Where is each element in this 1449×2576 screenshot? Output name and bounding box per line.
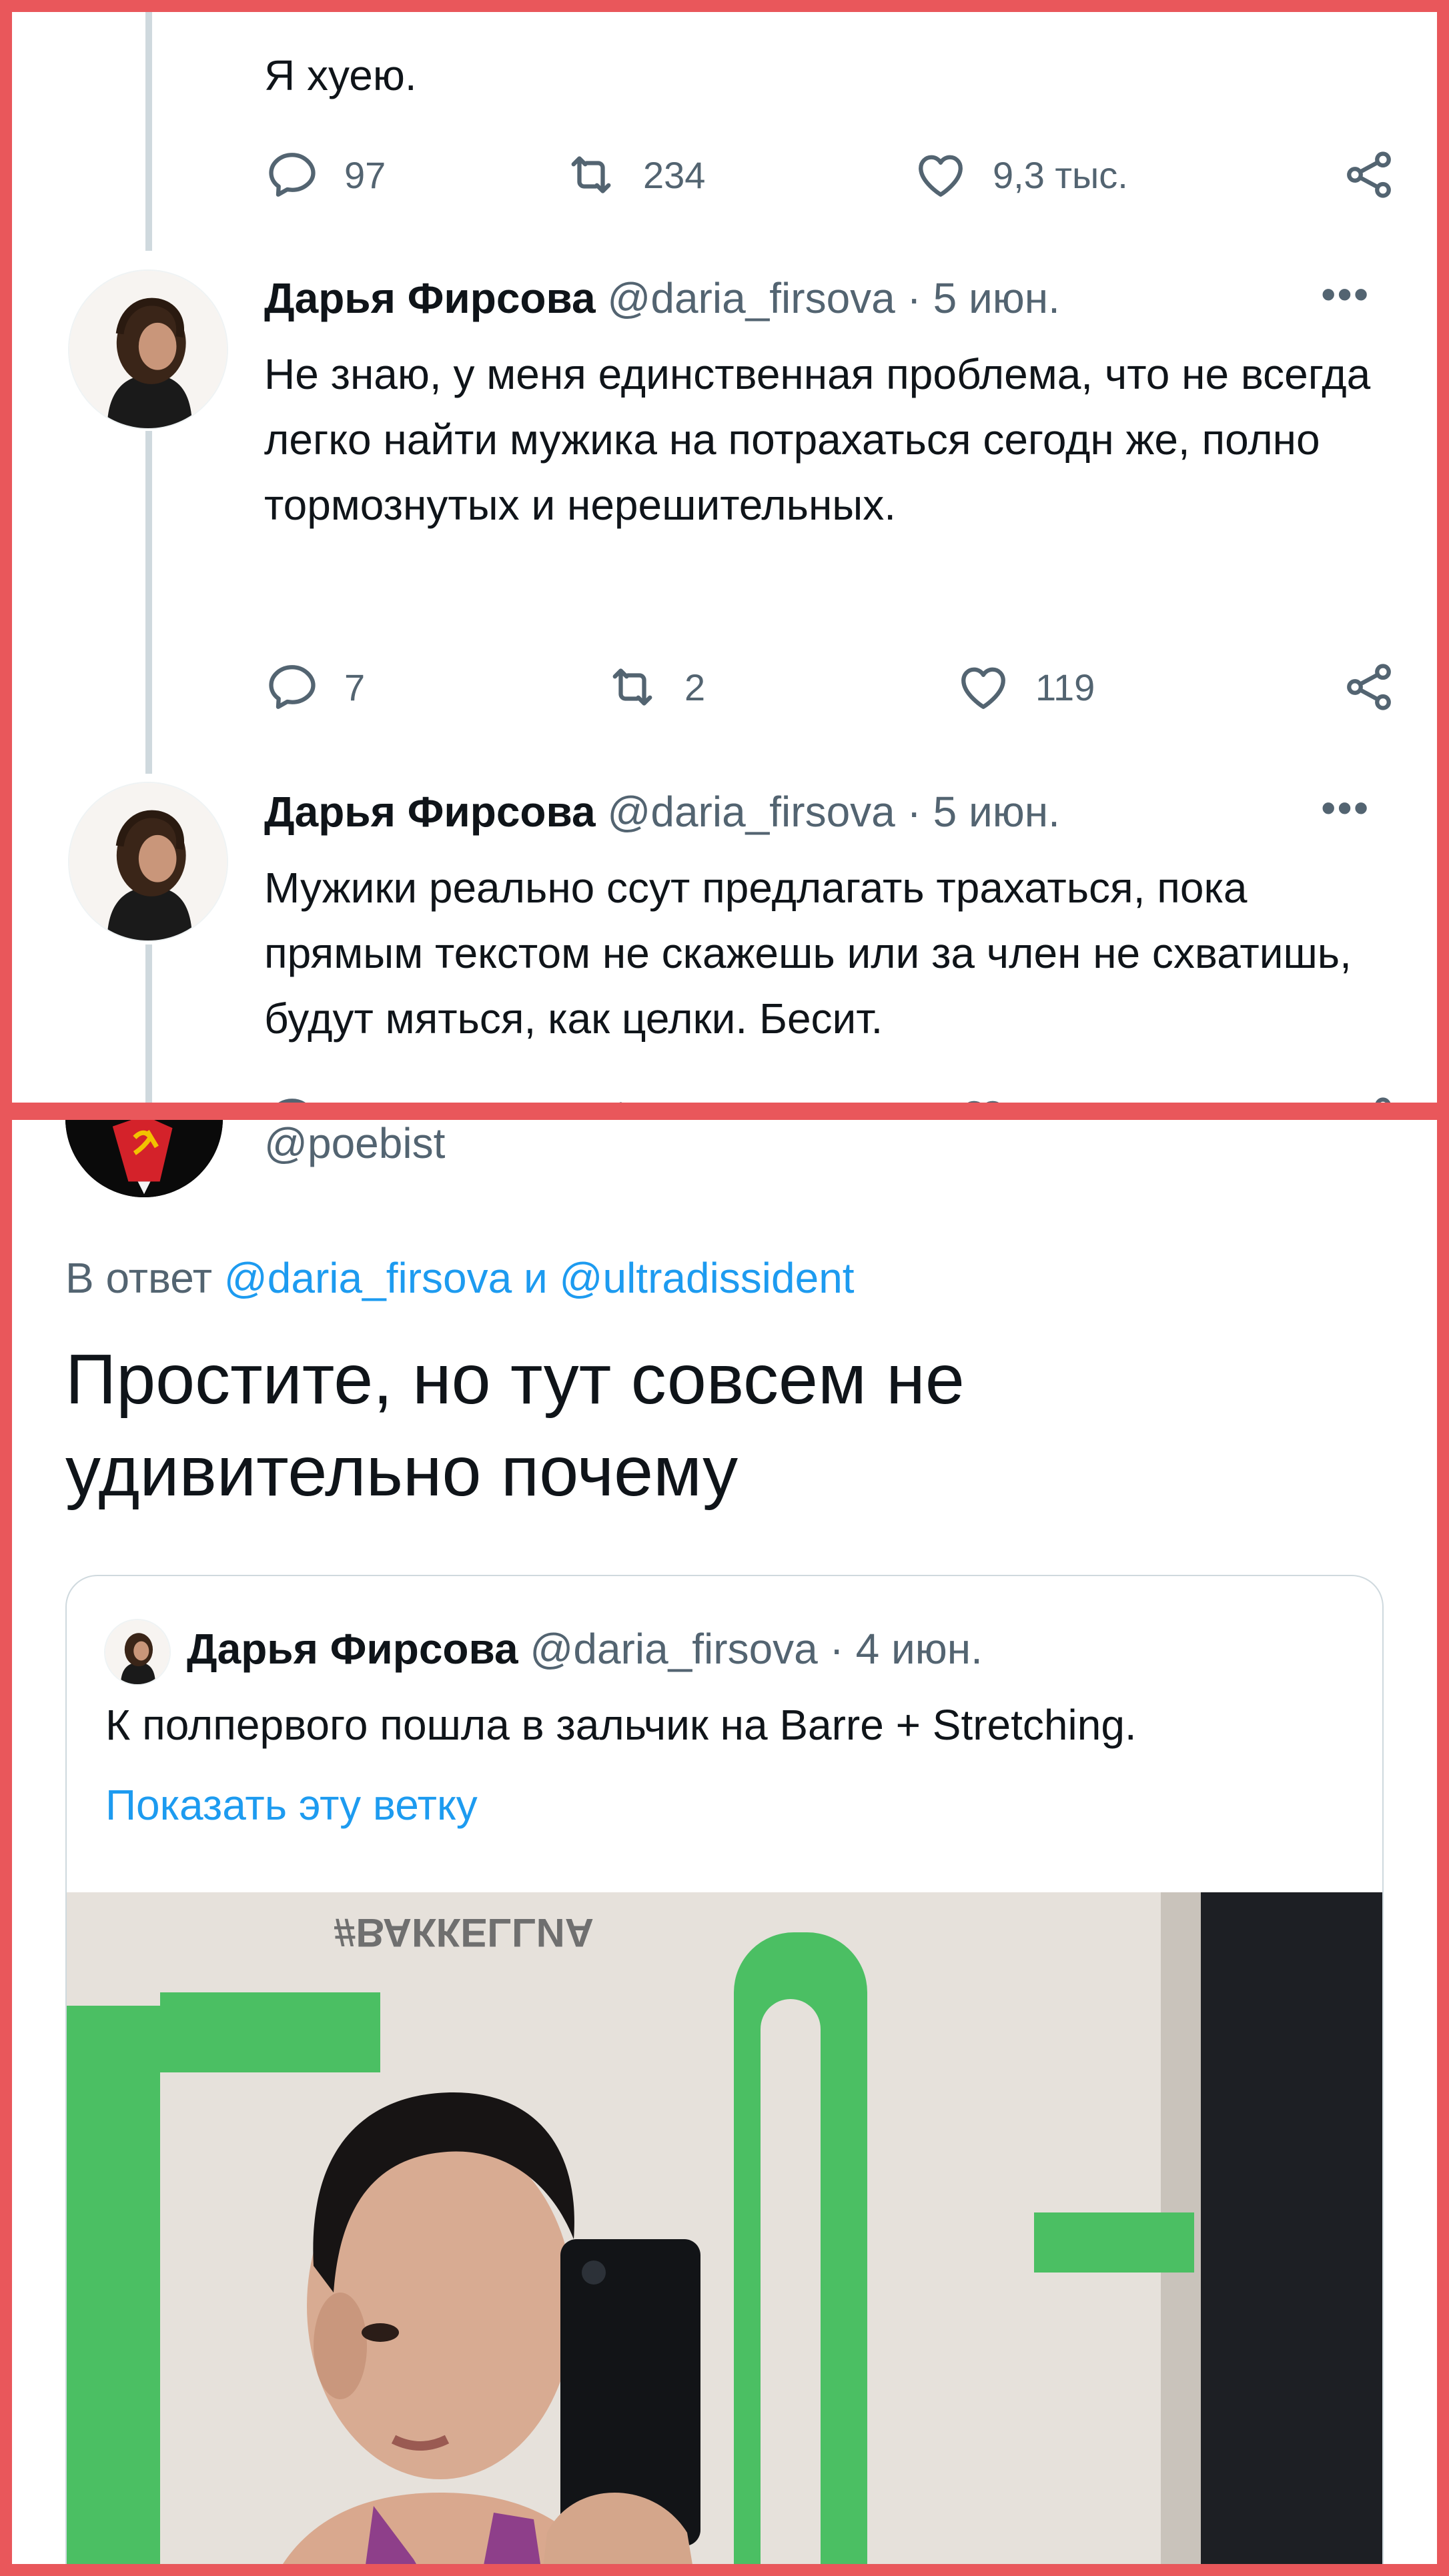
quoted-author-name[interactable]: Дарья Фирсова [187,1625,518,1673]
author-name[interactable]: Дарья Фирсова [264,274,596,322]
author-name[interactable]: Дарья Фирсова [264,788,596,836]
reply-icon [269,665,316,709]
avatar[interactable] [68,782,228,942]
thread-line [145,12,152,251]
tweet-actions [264,1087,1398,1103]
tweet-author[interactable]: Дарья Фирсова @daria_firsova · 5 июн. [264,273,1060,323]
retweet-button[interactable]: 234 [563,141,705,208]
author-handle[interactable]: @poebist [264,1120,445,1168]
retweet-count: 234 [643,153,706,196]
reply-count: 97 [344,153,386,196]
reply-tweet-panel: @poebist В ответ @daria_firsova и @ultra… [12,1120,1437,2564]
avatar[interactable] [68,269,228,430]
retweet-icon [619,1102,622,1103]
share-icon [1375,1097,1391,1103]
thread-line [145,944,152,1103]
tweet-text: Я хуею. [264,51,417,99]
like-icon [967,1101,999,1103]
share-icon [1347,664,1391,710]
tweet-text: Мужики реально ссут предлагать трахаться… [264,864,1352,1043]
tweet-actions: 7 2 119 [264,654,1398,720]
like-button[interactable] [955,1087,1011,1103]
like-button[interactable]: 119 [955,654,1095,720]
quoted-avatar[interactable] [104,1619,171,1686]
retweet-button[interactable]: 2 [604,654,705,720]
reply-button[interactable] [264,1087,320,1103]
retweet-count: 2 [684,666,706,708]
photo-image: #ВАККЕLLИА [67,1892,1382,2564]
avatar-photo [69,783,227,940]
reply-button[interactable]: 7 [264,654,365,720]
retweet-icon [612,668,652,706]
show-thread-link[interactable]: Показать эту ветку [105,1780,478,1830]
avatar[interactable] [65,1120,223,1197]
quoted-text: К полпервого пошла в зальчик на Barre + … [105,1701,1137,1749]
quoted-tweet[interactable]: Дарья Фирсова @daria_firsova · 4 июн. К … [65,1575,1384,2564]
reply-prefix: В ответ [65,1254,224,1302]
share-button[interactable] [1341,141,1397,208]
thread-panel-top: Я хуею. 97 234 9,3 тыс. Дарья Фирсова @d… [12,12,1437,1103]
like-icon [961,667,1005,709]
author-handle-date[interactable]: @daria_firsova · 5 июн. [596,274,1060,322]
wall-text: #ВАККЕLLИА [334,1910,594,1955]
avatar-photo [65,1120,223,1197]
thread-line [145,431,152,774]
retweet-icon [571,156,611,193]
author-handle-date[interactable]: @daria_firsova · 5 июн. [596,788,1060,836]
tweet-actions: 97 234 9,3 тыс. [264,141,1398,208]
like-count: 9,3 тыс. [993,153,1128,196]
tweet-text: Не знаю, у меня единственная проблема, ч… [264,350,1371,529]
like-button[interactable]: 9,3 тыс. [913,141,1128,208]
more-icon[interactable]: ••• [1321,783,1370,832]
reply-icon [269,153,316,197]
like-count: 119 [1035,666,1095,708]
reply-icon [278,1099,306,1103]
reply-button[interactable]: 97 [264,141,386,208]
like-icon [919,155,963,197]
tweet-text: Простите, но тут совсем не удивительно п… [65,1340,965,1511]
avatar-photo [105,1620,169,1684]
reply-to-line: В ответ @daria_firsova и @ultradissident [65,1253,855,1303]
quoted-author[interactable]: Дарья Фирсова @daria_firsova · 4 июн. [187,1624,983,1674]
avatar-photo [69,271,227,428]
quoted-photo[interactable]: #ВАККЕLLИА [67,1892,1382,2564]
retweet-button[interactable] [604,1087,660,1103]
reply-count: 7 [344,666,366,708]
share-icon [1347,151,1391,198]
share-button[interactable] [1341,1087,1397,1103]
tweet-author[interactable]: Дарья Фирсова @daria_firsova · 5 июн. [264,787,1060,836]
quoted-handle-date[interactable]: @daria_firsova · 4 июн. [518,1625,983,1673]
reply-users-link[interactable]: @daria_firsova и @ultradissident [224,1254,855,1302]
share-button[interactable] [1341,654,1397,720]
more-icon[interactable]: ••• [1321,269,1370,319]
